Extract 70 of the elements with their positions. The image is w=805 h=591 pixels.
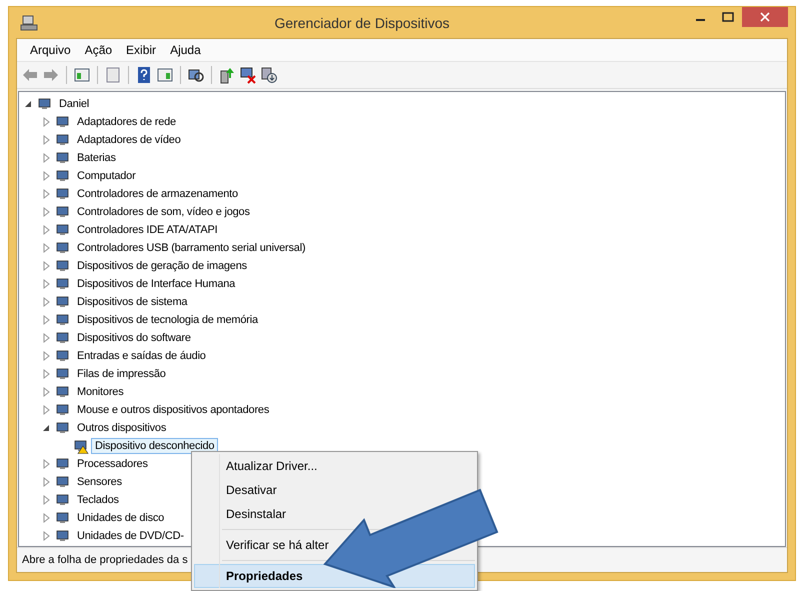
tree-item[interactable]: Adaptadores de rede — [73, 114, 180, 130]
device-icon — [55, 312, 71, 328]
device-icon — [55, 384, 71, 400]
tree-item[interactable]: Controladores de som, vídeo e jogos — [73, 204, 254, 220]
context-menu-item[interactable]: Atualizar Driver... — [194, 454, 322, 478]
device-icon — [55, 276, 71, 292]
disable-icon[interactable] — [239, 66, 257, 84]
close-button[interactable] — [742, 7, 788, 27]
tree-item[interactable]: Controladores USB (barramento serial universal) — [73, 240, 310, 256]
tree-item[interactable]: Dispositivos de Interface Humana — [73, 276, 240, 292]
device-icon — [55, 528, 71, 544]
download-icon[interactable] — [260, 66, 278, 84]
page-icon[interactable] — [104, 66, 122, 84]
tree-item[interactable]: Unidades de disco — [73, 510, 168, 526]
tree-item[interactable]: Entradas e saídas de áudio — [73, 348, 210, 364]
update-icon[interactable] — [218, 66, 236, 84]
device-icon — [55, 222, 71, 238]
device-icon — [55, 492, 71, 508]
device-icon — [55, 258, 71, 274]
computer-icon — [20, 14, 38, 32]
context-menu-item[interactable]: Desinstalar — [194, 502, 292, 526]
tree-item[interactable]: Filas de impressão — [73, 366, 170, 382]
device-icon — [55, 510, 71, 526]
panel-icon[interactable] — [156, 66, 174, 84]
panel-icon[interactable] — [73, 66, 91, 84]
tree-item[interactable]: Sensores — [73, 474, 126, 490]
device-icon — [55, 240, 71, 256]
tree-item[interactable]: Baterias — [73, 150, 120, 166]
tree-item[interactable]: Controladores de armazenamento — [73, 186, 242, 202]
device-icon — [55, 114, 71, 130]
tree-item[interactable]: Mouse e outros dispositivos apontadores — [73, 402, 274, 418]
tree-item[interactable]: Dispositivos de geração de imagens — [73, 258, 251, 274]
device-icon — [55, 348, 71, 364]
menu-item[interactable]: Exibir — [119, 43, 164, 57]
device-icon — [37, 96, 53, 112]
device-icon — [55, 186, 71, 202]
device-icon — [55, 330, 71, 346]
device-icon — [55, 402, 71, 418]
device-icon — [55, 204, 71, 220]
tree-item[interactable]: Teclados — [73, 492, 123, 508]
maximize-icon — [722, 12, 734, 22]
tree-item[interactable]: Dispositivos do software — [73, 330, 195, 346]
tree-item[interactable]: Dispositivos de tecnologia de memória — [73, 312, 262, 328]
tree-item[interactable]: Monitores — [73, 384, 128, 400]
device-icon — [55, 456, 71, 472]
tree-item[interactable]: Outros dispositivos — [73, 420, 170, 436]
device-icon — [55, 150, 71, 166]
device-icon — [55, 132, 71, 148]
window-title: Gerenciador de Dispositivos — [273, 14, 451, 30]
tree-item[interactable]: Unidades de DVD/CD- — [73, 528, 188, 544]
tree-item[interactable]: Adaptadores de vídeo — [73, 132, 185, 148]
menu-item[interactable]: Ação — [78, 43, 120, 57]
device-icon — [55, 420, 71, 436]
tree-item[interactable]: Daniel — [55, 96, 93, 112]
close-icon — [760, 12, 770, 22]
help-icon[interactable] — [135, 66, 153, 84]
minimize-icon — [696, 19, 704, 21]
menu-item[interactable]: Arquivo — [23, 43, 78, 57]
device-icon — [55, 294, 71, 310]
tree-item[interactable]: Controladores IDE ATA/ATAPI — [73, 222, 222, 238]
tree-item[interactable]: Processadores — [73, 456, 152, 472]
tree-item[interactable]: Computador — [73, 168, 140, 184]
device-icon — [55, 474, 71, 490]
tree-item[interactable]: Dispositivo desconhecido — [91, 438, 218, 454]
device-icon — [55, 366, 71, 382]
menu-item[interactable]: Ajuda — [163, 43, 208, 57]
device-icon — [55, 168, 71, 184]
forward-arrow-icon[interactable] — [42, 66, 60, 84]
context-menu-item[interactable]: Desativar — [194, 478, 282, 502]
tree-item[interactable]: Dispositivos de sistema — [73, 294, 192, 310]
